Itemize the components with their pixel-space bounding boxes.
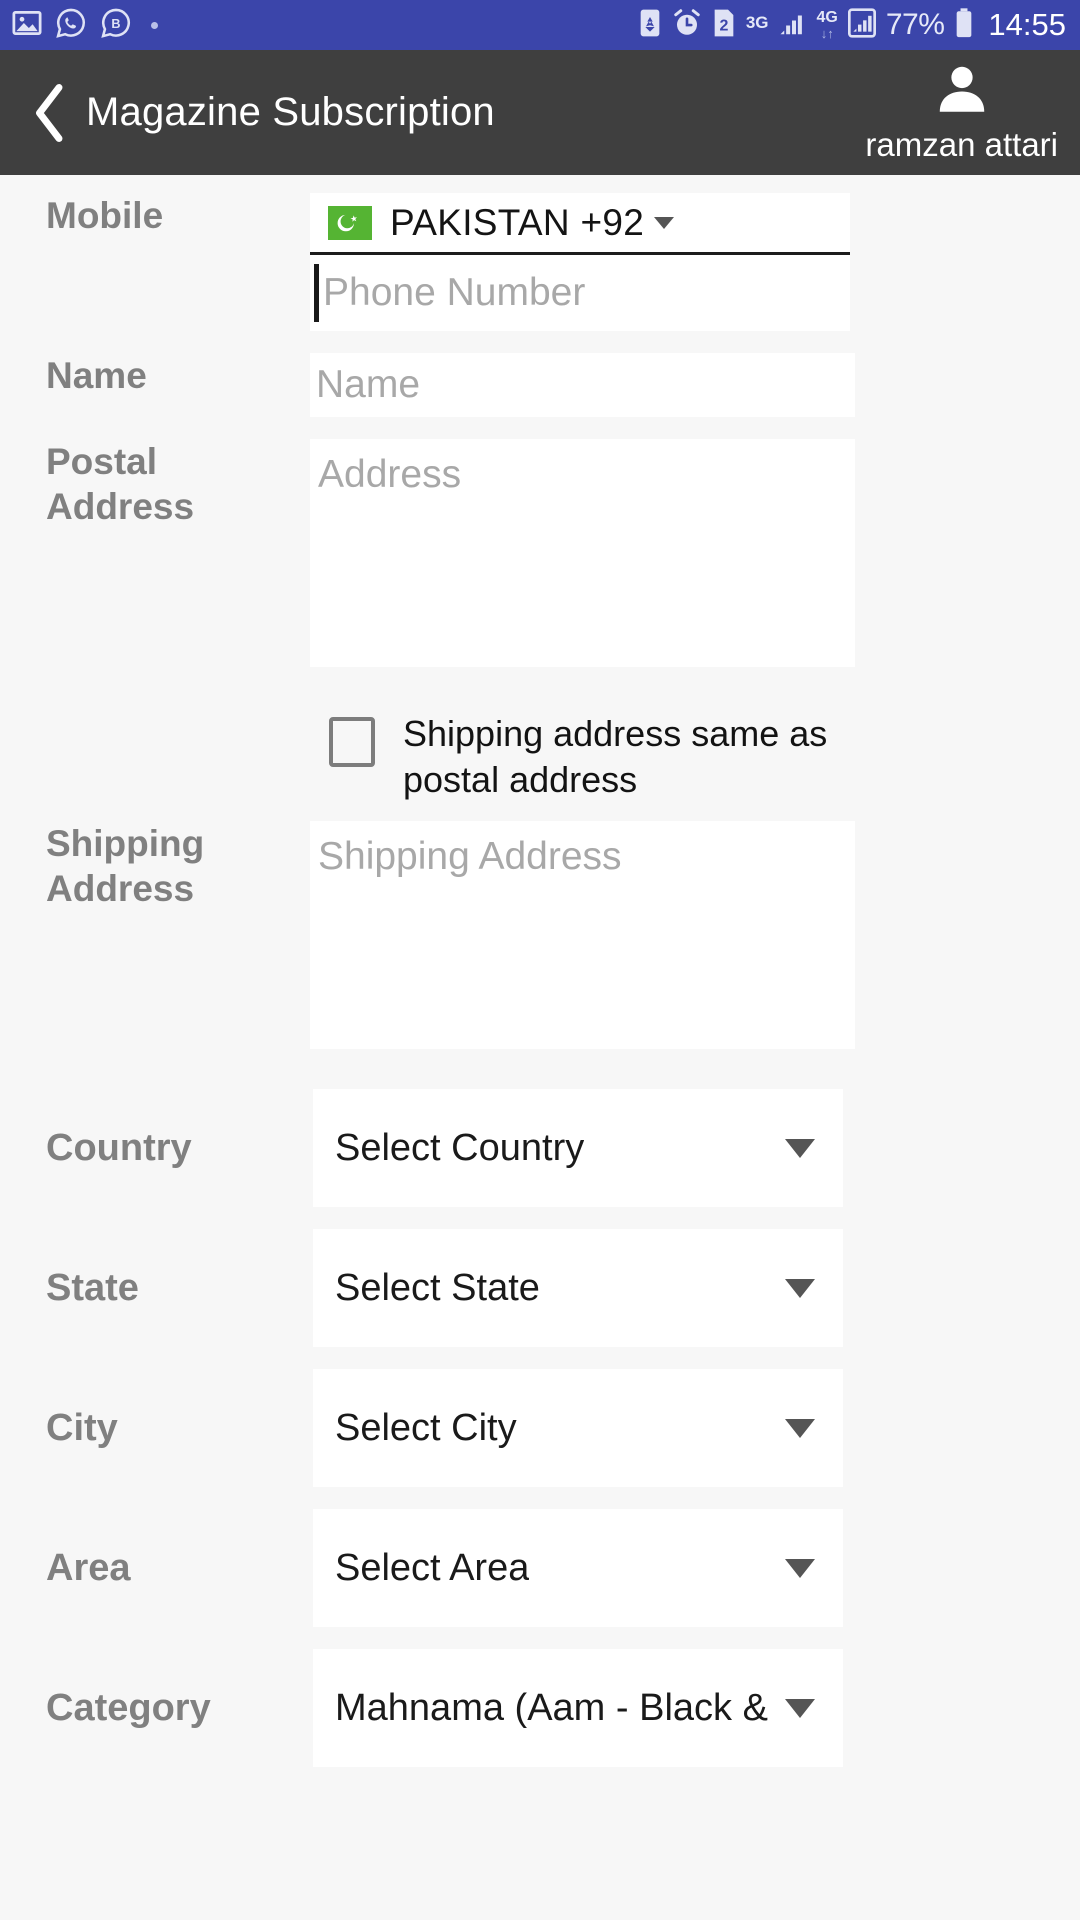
form-row-area: Area Select Area xyxy=(0,1509,1080,1628)
country-dropdown-value: Select Country xyxy=(335,1126,585,1169)
chevron-down-icon xyxy=(785,1698,815,1718)
state-field-cell: Select State xyxy=(305,1229,1080,1348)
battery-saver-icon xyxy=(637,7,663,44)
city-field-cell: Select City xyxy=(305,1369,1080,1488)
profile-area[interactable]: ramzan attari xyxy=(865,61,1062,164)
postal-address-label: Postal Address xyxy=(46,441,195,528)
shipping-address-label: Shipping Address xyxy=(46,823,205,910)
name-label: Name xyxy=(46,355,147,396)
area-dropdown-value: Select Area xyxy=(335,1546,530,1589)
notification-dot-icon xyxy=(151,21,158,29)
name-placeholder: Name xyxy=(316,363,421,406)
svg-text:B: B xyxy=(111,16,120,30)
state-dropdown-value: Select State xyxy=(335,1266,540,1309)
page-title: Magazine Subscription xyxy=(86,90,495,134)
country-code-select[interactable]: PAKISTAN +92 xyxy=(310,193,850,255)
chevron-down-icon xyxy=(654,216,675,229)
form-row-name: Name Name xyxy=(0,353,1080,417)
chevron-down-icon xyxy=(785,1278,815,1298)
chevron-down-icon xyxy=(785,1138,815,1158)
form-row-shipping-same: Shipping address same as postal address xyxy=(0,689,1080,821)
area-field-cell: Select Area xyxy=(305,1509,1080,1628)
shipping-same-checkbox-row[interactable]: Shipping address same as postal address xyxy=(305,689,1080,821)
signal-boxed-icon xyxy=(847,7,877,44)
shipping-same-field-cell: Shipping address same as postal address xyxy=(305,689,1080,821)
network-3g-label: 3G xyxy=(745,12,769,32)
area-dropdown[interactable]: Select Area xyxy=(313,1509,843,1628)
mobile-field-cell: PAKISTAN +92 Phone Number xyxy=(305,193,1080,331)
app-bar: Magazine Subscription ramzan attari xyxy=(0,50,1080,175)
state-dropdown[interactable]: Select State xyxy=(313,1229,843,1348)
data-transfer-arrows-icon: ↓↑ xyxy=(820,26,834,41)
network-4g-indicator: 4G ↓↑ xyxy=(816,9,838,41)
network-4g-label: 4G xyxy=(816,9,838,26)
profile-name-label: ramzan attari xyxy=(865,126,1058,163)
shipping-address-placeholder: Shipping Address xyxy=(318,835,622,879)
country-code-value: PAKISTAN +92 xyxy=(390,201,645,243)
whatsapp-icon xyxy=(55,7,87,44)
form-row-city: City Select City xyxy=(0,1369,1080,1488)
city-dropdown-value: Select City xyxy=(335,1406,517,1449)
subscription-form: Mobile PAKISTAN +92 Phone Number Name Na… xyxy=(0,175,1080,1768)
bip-message-icon: B xyxy=(100,7,132,44)
clock-label: 14:55 xyxy=(988,7,1066,42)
mobile-label: Mobile xyxy=(46,195,164,236)
postal-address-textarea[interactable]: Address xyxy=(310,439,855,667)
pakistan-flag-icon xyxy=(328,205,372,240)
form-row-mobile: Mobile PAKISTAN +92 Phone Number xyxy=(0,193,1080,331)
status-bar-right-icons: 2 3G 4G ↓↑ 77% 14:55 xyxy=(637,7,1066,44)
alarm-icon xyxy=(672,8,702,43)
country-label: Country xyxy=(46,1126,192,1169)
avatar-person-icon xyxy=(933,61,991,124)
shipping-same-checkbox-label: Shipping address same as postal address xyxy=(403,713,828,801)
shipping-address-field-cell: Shipping Address xyxy=(305,821,1080,1050)
postal-address-placeholder: Address xyxy=(318,453,462,496)
country-dropdown[interactable]: Select Country xyxy=(313,1089,843,1208)
form-row-category: Category Mahnama (Aam - Black & xyxy=(0,1649,1080,1768)
city-label: City xyxy=(46,1406,118,1449)
phone-number-placeholder: Phone Number xyxy=(323,271,586,314)
category-dropdown-value: Mahnama (Aam - Black & xyxy=(335,1686,768,1729)
category-label: Category xyxy=(46,1686,211,1729)
form-row-country: Country Select Country xyxy=(0,1089,1080,1208)
status-bar-left-icons: B xyxy=(12,7,158,44)
postal-address-field-cell: Address xyxy=(305,439,1080,667)
form-row-shipping-address: Shipping Address Shipping Address xyxy=(0,821,1080,1050)
category-field-cell: Mahnama (Aam - Black & xyxy=(305,1649,1080,1768)
country-field-cell: Select Country xyxy=(305,1089,1080,1208)
shipping-address-textarea[interactable]: Shipping Address xyxy=(310,821,855,1050)
name-field-cell: Name xyxy=(305,353,1080,417)
battery-percent-label: 77% xyxy=(885,8,945,41)
form-row-postal-address: Postal Address Address xyxy=(0,439,1080,667)
form-row-state: State Select State xyxy=(0,1229,1080,1348)
chevron-down-icon xyxy=(785,1558,815,1578)
name-input[interactable]: Name xyxy=(310,353,855,417)
sim-card-2-icon: 2 xyxy=(711,7,737,44)
category-dropdown[interactable]: Mahnama (Aam - Black & xyxy=(313,1649,843,1768)
phone-number-input[interactable]: Phone Number xyxy=(310,255,850,331)
battery-icon xyxy=(953,7,975,44)
status-bar: B 2 3G 4G ↓↑ 77% 14:55 xyxy=(0,0,1080,50)
gallery-icon xyxy=(12,8,42,43)
area-label: Area xyxy=(46,1546,131,1589)
back-button[interactable] xyxy=(28,83,72,142)
signal-bars-icon xyxy=(778,8,808,43)
city-dropdown[interactable]: Select City xyxy=(313,1369,843,1488)
shipping-same-checkbox[interactable] xyxy=(329,717,375,767)
svg-text:2: 2 xyxy=(719,17,728,34)
state-label: State xyxy=(46,1266,139,1309)
chevron-down-icon xyxy=(785,1418,815,1438)
